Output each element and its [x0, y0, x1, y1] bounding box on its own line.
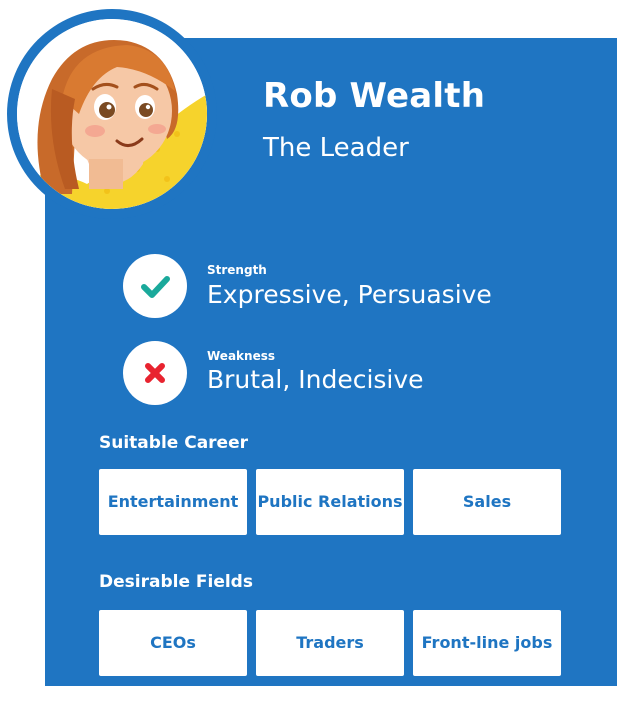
strength-label: Strength	[207, 263, 267, 277]
career-tile-sales[interactable]: Sales	[413, 469, 561, 535]
profile-subtitle: The Leader	[263, 133, 409, 163]
field-tile-ceos[interactable]: CEOs	[99, 610, 247, 676]
strength-value: Expressive, Persuasive	[207, 280, 492, 309]
strength-badge	[123, 254, 187, 318]
weakness-value: Brutal, Indecisive	[207, 365, 424, 394]
avatar-illustration	[17, 19, 207, 209]
weakness-label: Weakness	[207, 349, 275, 363]
cross-icon	[145, 363, 165, 383]
career-tile-entertainment[interactable]: Entertainment	[99, 469, 247, 535]
field-tile-traders[interactable]: Traders	[256, 610, 404, 676]
profile-name: Rob Wealth	[263, 76, 486, 116]
fields-section-title: Desirable Fields	[99, 572, 253, 592]
career-section-title: Suitable Career	[99, 433, 248, 453]
check-icon	[141, 276, 170, 298]
field-tile-front-line-jobs[interactable]: Front-line jobs	[413, 610, 561, 676]
career-tile-public-relations[interactable]: Public Relations	[256, 469, 404, 535]
avatar	[17, 19, 207, 209]
weakness-badge	[123, 341, 187, 405]
